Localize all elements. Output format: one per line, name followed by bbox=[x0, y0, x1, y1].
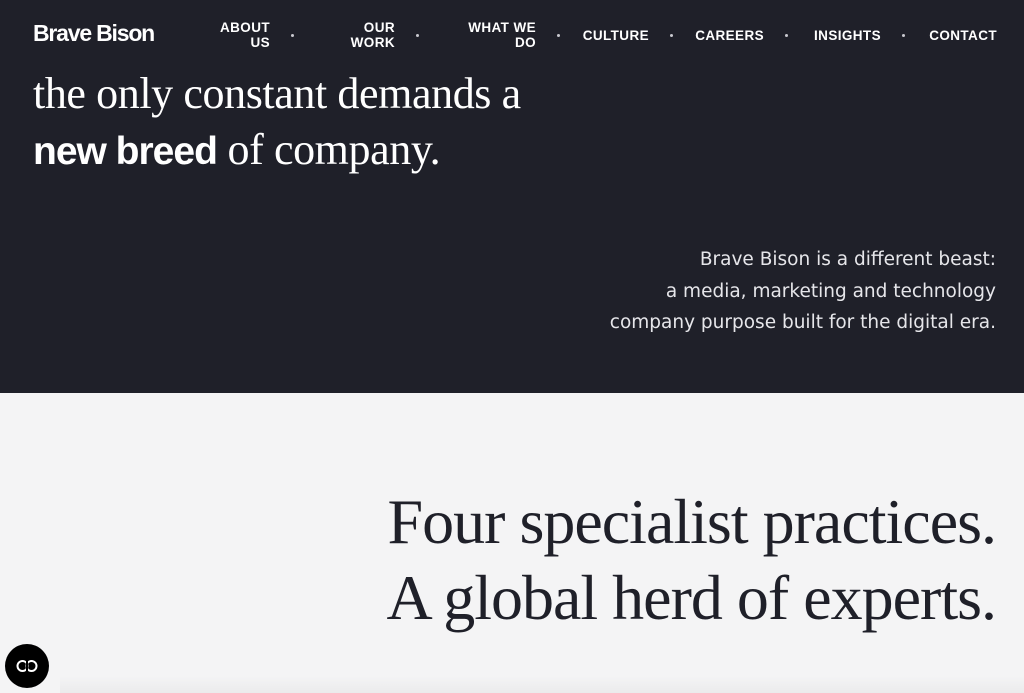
nav-about-us[interactable]: ABOUT US bbox=[210, 18, 270, 52]
nav-contact[interactable]: CONTACT bbox=[918, 18, 997, 52]
hero-blurb: Brave Bison is a different beast: a medi… bbox=[576, 244, 996, 339]
headline-line-1: the only constant demands a bbox=[33, 69, 521, 118]
nav-insights[interactable]: INSIGHTS bbox=[802, 18, 881, 52]
nav-separator-dot bbox=[416, 34, 419, 37]
nav-culture[interactable]: CULTURE bbox=[575, 18, 649, 52]
hero-section: Brave Bison ABOUT US OUR WORK WHAT WE DO… bbox=[0, 0, 1024, 393]
nav-separator-dot bbox=[902, 34, 905, 37]
nav-separator-dot bbox=[670, 34, 673, 37]
headline-line-2-rest: of company. bbox=[216, 125, 441, 174]
blurb-line-2: a media, marketing and technology bbox=[665, 280, 996, 302]
nav-careers[interactable]: CAREERS bbox=[688, 18, 764, 52]
nav-separator-dot bbox=[785, 34, 788, 37]
accessibility-widget-button[interactable] bbox=[5, 644, 49, 688]
nav-separator-dot bbox=[557, 34, 560, 37]
blurb-line-1: Brave Bison is a different beast: bbox=[699, 249, 996, 270]
content-divider bbox=[60, 676, 1024, 693]
practices-line-2: A global herd of experts. bbox=[386, 562, 997, 633]
practices-heading: Four specialist practices. A global herd… bbox=[386, 484, 998, 636]
practices-line-1: Four specialist practices. bbox=[387, 486, 997, 557]
nav-our-work[interactable]: OUR WORK bbox=[335, 18, 395, 52]
nav-separator-dot bbox=[291, 34, 294, 37]
main-nav: ABOUT US OUR WORK WHAT WE DO CULTURE CAR… bbox=[0, 18, 1024, 52]
accessibility-toggle-icon bbox=[16, 660, 38, 672]
blurb-line-3: company purpose built for the digital er… bbox=[609, 312, 996, 333]
nav-what-we-do[interactable]: WHAT WE DO bbox=[455, 18, 536, 52]
headline-emphasis: new breed bbox=[33, 130, 218, 173]
hero-headline: the only constant demands a new breed of… bbox=[33, 66, 521, 180]
